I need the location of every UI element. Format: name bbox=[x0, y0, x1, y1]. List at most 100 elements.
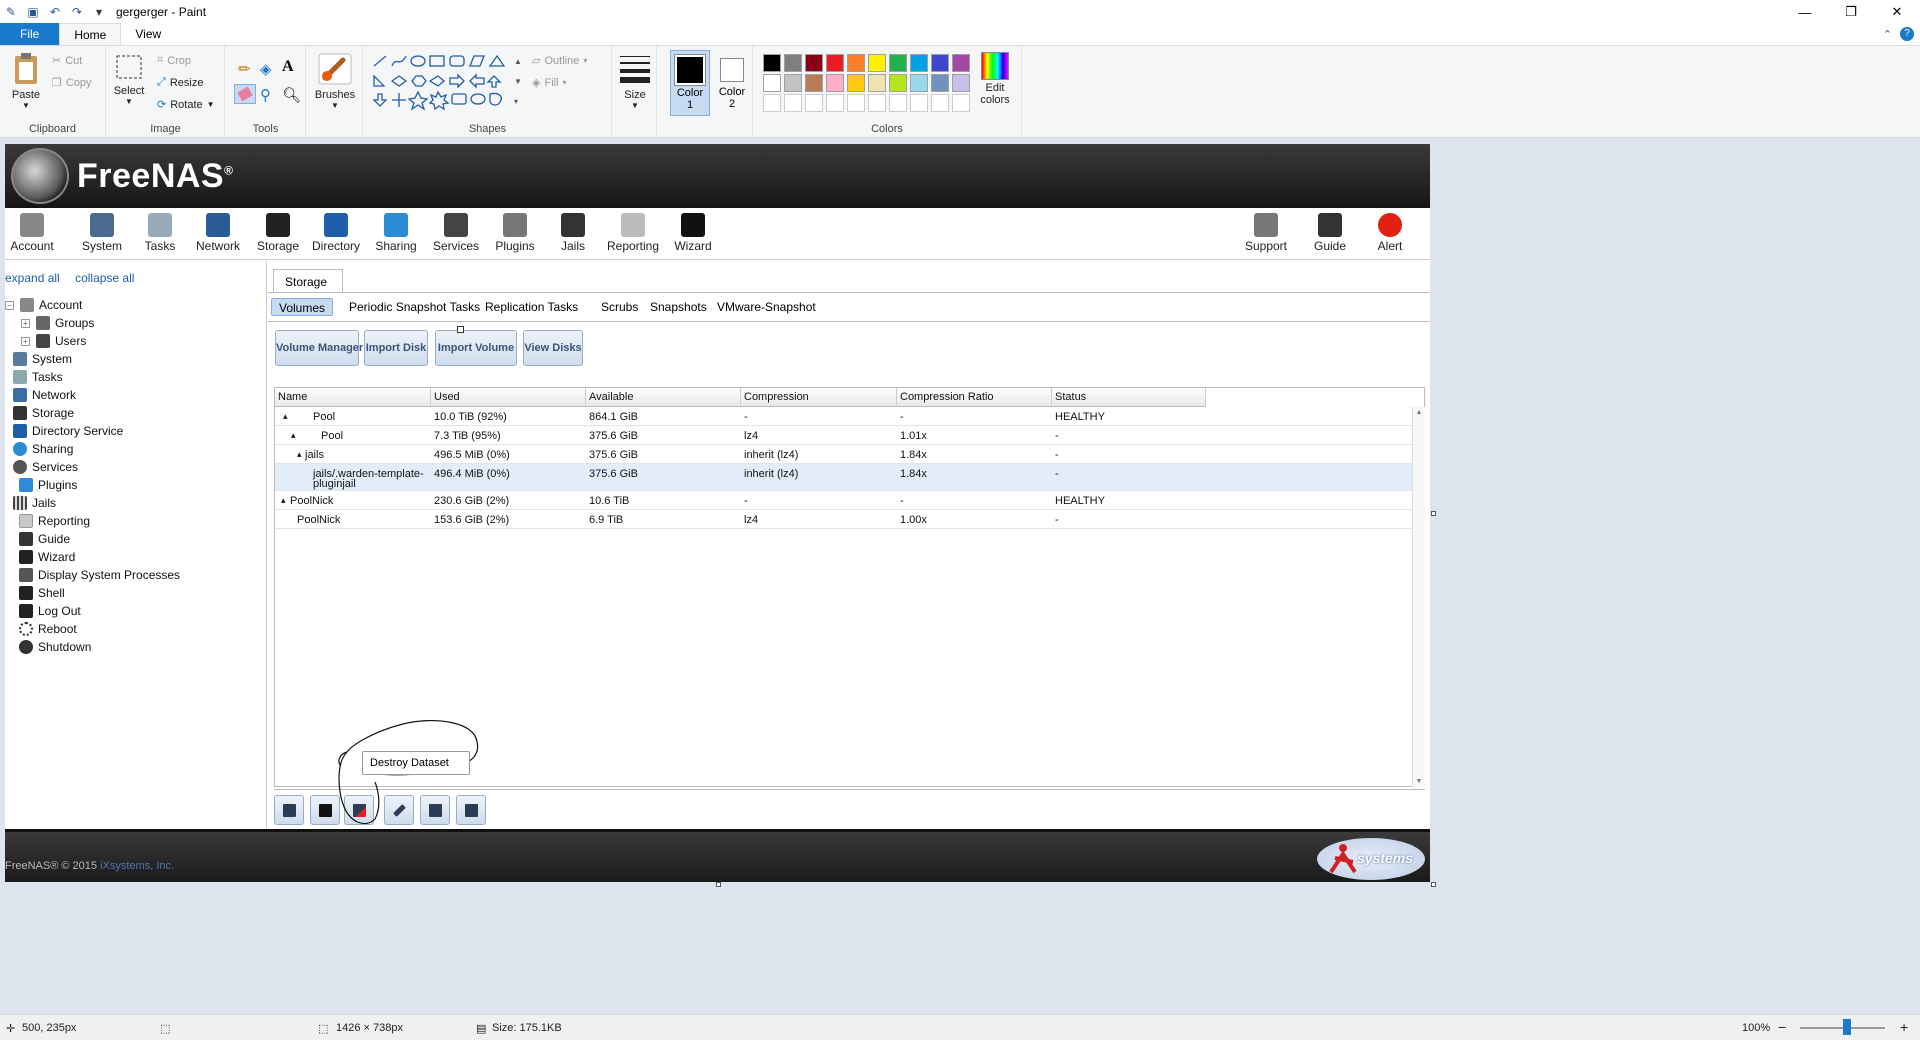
subtab-replication-tasks[interactable]: Replication Tasks bbox=[485, 298, 578, 316]
tab-storage[interactable]: Storage bbox=[273, 269, 343, 292]
color-swatch[interactable] bbox=[868, 74, 886, 92]
tree-item-services[interactable]: Services bbox=[13, 458, 78, 476]
chevron-down-icon[interactable]: ▾ bbox=[92, 5, 106, 19]
tree-item-reporting[interactable]: Reporting bbox=[19, 512, 90, 530]
eraser-icon[interactable] bbox=[234, 84, 256, 104]
collapse-icon[interactable]: − bbox=[5, 300, 14, 310]
close-button[interactable]: ✕ bbox=[1874, 0, 1920, 24]
color-swatch[interactable] bbox=[952, 74, 970, 92]
expand-toggle-icon[interactable]: ▴ bbox=[297, 449, 302, 460]
color-swatch[interactable] bbox=[931, 54, 949, 72]
color-swatch[interactable] bbox=[952, 54, 970, 72]
freenas-canvas-image[interactable]: FreeNAS® Account System Tasks Network Storag… bbox=[5, 144, 1430, 882]
table-row[interactable]: ▴ Pool 7.3 TiB (95%) 375.6 GiB lz4 1.01x - bbox=[275, 426, 1412, 445]
expand-icon[interactable]: + bbox=[21, 336, 30, 346]
table-row[interactable]: PoolNick 153.6 GiB (2%) 6.9 TiB lz4 1.00x - bbox=[275, 510, 1412, 529]
zoom-slider-thumb[interactable] bbox=[1843, 1019, 1851, 1035]
subtab-vmware-snapshot[interactable]: VMware-Snapshot bbox=[717, 298, 816, 316]
pencil-icon[interactable]: ✏ bbox=[238, 60, 251, 78]
rotate-button[interactable]: ⟳ Rotate ▼ bbox=[157, 98, 215, 112]
table-row[interactable]: ▴ jails 496.5 MiB (0%) 375.6 GiB inherit (lz… bbox=[275, 445, 1412, 464]
nav-wizard[interactable]: Wizard bbox=[658, 208, 728, 260]
redo-icon[interactable]: ↷ bbox=[70, 5, 84, 19]
empty-color-swatch[interactable] bbox=[910, 94, 928, 112]
brushes-button[interactable]: Brushes ▼ bbox=[313, 52, 357, 110]
color-swatch[interactable] bbox=[784, 74, 802, 92]
save-icon[interactable]: ▣ bbox=[26, 5, 40, 19]
expand-toggle-icon[interactable]: ▴ bbox=[281, 495, 286, 506]
tree-item-guide[interactable]: Guide bbox=[19, 530, 70, 548]
subtab-periodic-snapshot-tasks[interactable]: Periodic Snapshot Tasks bbox=[349, 298, 480, 316]
empty-color-swatch[interactable] bbox=[763, 94, 781, 112]
restore-button[interactable]: ❐ bbox=[1828, 0, 1874, 24]
color-swatch[interactable] bbox=[826, 54, 844, 72]
nav-support[interactable]: Support bbox=[1231, 208, 1301, 260]
color1-button[interactable]: Color 1 bbox=[670, 50, 710, 116]
tree-item-plugins[interactable]: Plugins bbox=[19, 476, 77, 494]
subtab-volumes[interactable]: Volumes bbox=[271, 298, 334, 316]
edit-colors-button[interactable]: Edit colors bbox=[973, 50, 1017, 106]
color-picker-icon[interactable]: ⚲ bbox=[260, 86, 271, 104]
tree-item-processes[interactable]: Display System Processes bbox=[19, 566, 180, 584]
empty-color-swatch[interactable] bbox=[805, 94, 823, 112]
expand-toggle-icon[interactable]: ▴ bbox=[291, 430, 296, 441]
color-swatch[interactable] bbox=[805, 54, 823, 72]
text-tool-icon[interactable]: A bbox=[282, 58, 294, 76]
collapse-all-link[interactable]: collapse all bbox=[75, 271, 134, 285]
tree-item-groups[interactable]: + Groups bbox=[21, 314, 94, 332]
tree-item-jails[interactable]: Jails bbox=[13, 494, 56, 512]
ixsystems-link[interactable]: iXsystems, Inc. bbox=[100, 860, 174, 872]
import-disk-button[interactable]: Import Disk bbox=[364, 330, 428, 366]
empty-color-swatch[interactable] bbox=[826, 94, 844, 112]
size-button[interactable]: Size ▼ bbox=[617, 52, 653, 110]
select-button[interactable]: Select ▼ bbox=[111, 52, 147, 106]
collapse-ribbon-icon[interactable]: ⌃ bbox=[1883, 28, 1892, 41]
fill-button[interactable]: ◈ Fill ▾ bbox=[532, 76, 567, 90]
column-header-available[interactable]: Available bbox=[586, 388, 741, 407]
tree-item-system[interactable]: System bbox=[13, 350, 72, 368]
expand-all-link[interactable]: expand all bbox=[5, 271, 60, 285]
color-swatch[interactable] bbox=[763, 74, 781, 92]
copy-button[interactable]: ❐ Copy bbox=[52, 76, 92, 90]
tab-file[interactable]: File bbox=[0, 23, 60, 45]
subtab-scrubs[interactable]: Scrubs bbox=[601, 298, 638, 316]
help-icon[interactable]: ? bbox=[1900, 27, 1914, 41]
zoom-out-button[interactable]: − bbox=[1778, 1019, 1786, 1035]
color-swatch[interactable] bbox=[847, 54, 865, 72]
color-swatch[interactable] bbox=[868, 54, 886, 72]
color-swatch[interactable] bbox=[847, 74, 865, 92]
magnifier-icon[interactable]: 🔍︎ bbox=[282, 86, 301, 104]
table-row[interactable]: jails/.warden-template-pluginjail 496.4 M… bbox=[275, 464, 1412, 491]
expand-toggle-icon[interactable]: ▴ bbox=[283, 411, 288, 422]
tree-item-account[interactable]: − Account bbox=[5, 296, 82, 314]
empty-color-swatch[interactable] bbox=[847, 94, 865, 112]
outline-button[interactable]: ▱ Outline ▾ bbox=[532, 54, 587, 68]
import-volume-button[interactable]: Import Volume bbox=[435, 330, 517, 366]
resize-button[interactable]: ⤢ Resize bbox=[157, 76, 203, 89]
color-swatch[interactable] bbox=[931, 74, 949, 92]
tree-item-wizard[interactable]: Wizard bbox=[19, 548, 75, 566]
minimize-button[interactable]: — bbox=[1782, 0, 1828, 24]
color-swatch[interactable] bbox=[910, 74, 928, 92]
tree-item-reboot[interactable]: Reboot bbox=[19, 620, 77, 638]
grid-scrollbar[interactable]: ▲ ▼ bbox=[1412, 407, 1425, 787]
subtab-snapshots[interactable]: Snapshots bbox=[650, 298, 707, 316]
canvas-resize-handle-right[interactable] bbox=[1431, 511, 1436, 516]
tree-item-users[interactable]: + Users bbox=[21, 332, 86, 350]
paste-button[interactable]: Paste ▼ bbox=[8, 52, 44, 110]
view-disks-button[interactable]: View Disks bbox=[523, 330, 583, 366]
column-header-used[interactable]: Used bbox=[431, 388, 586, 407]
tab-view[interactable]: View bbox=[121, 23, 175, 45]
color-swatch[interactable] bbox=[763, 54, 781, 72]
expand-icon[interactable]: + bbox=[21, 318, 30, 328]
nav-alert[interactable]: Alert bbox=[1355, 208, 1425, 260]
empty-color-swatch[interactable] bbox=[952, 94, 970, 112]
shapes-scroll[interactable]: ▲ ▼ ▾ bbox=[514, 52, 522, 112]
tree-item-network[interactable]: Network bbox=[13, 386, 76, 404]
color-swatch[interactable] bbox=[784, 54, 802, 72]
empty-color-swatch[interactable] bbox=[931, 94, 949, 112]
nav-account[interactable]: Account bbox=[5, 208, 67, 260]
tree-item-logout[interactable]: Log Out bbox=[19, 602, 81, 620]
crop-button[interactable]: ⌗ Crop bbox=[157, 54, 191, 67]
empty-color-swatch[interactable] bbox=[889, 94, 907, 112]
